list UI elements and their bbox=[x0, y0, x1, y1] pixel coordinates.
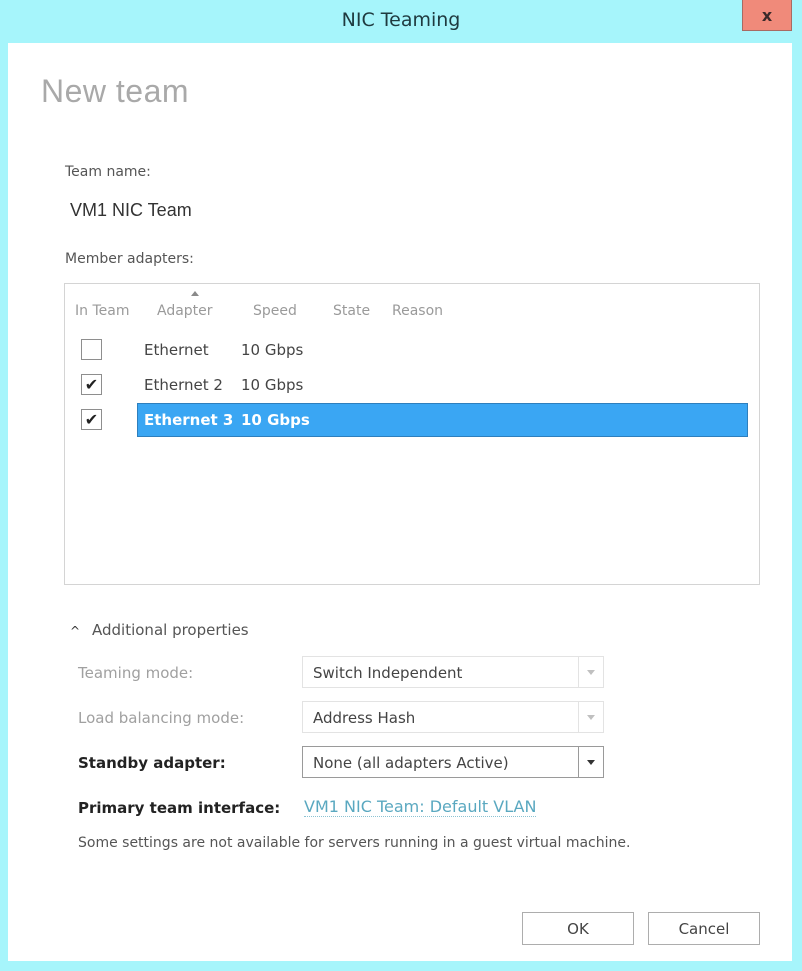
teaming-mode-select: Switch Independent bbox=[302, 656, 604, 688]
primary-team-interface-label: Primary team interface: bbox=[78, 799, 281, 817]
checkmark-icon: ✔ bbox=[84, 410, 99, 429]
adapter-speed: 10 Gbps bbox=[241, 376, 304, 394]
in-team-checkbox[interactable]: ✔ bbox=[81, 409, 102, 430]
team-name-label: Team name: bbox=[65, 164, 151, 180]
teaming-mode-label: Teaming mode: bbox=[78, 664, 194, 682]
adapter-name: Ethernet 2 bbox=[144, 376, 223, 394]
load-balancing-mode-select: Address Hash bbox=[302, 701, 604, 733]
close-icon: x bbox=[761, 5, 773, 25]
adapter-row-selected[interactable]: ✔ Ethernet 3 10 Gbps bbox=[65, 403, 761, 437]
standby-adapter-label: Standby adapter: bbox=[78, 754, 226, 772]
close-button[interactable]: x bbox=[742, 0, 792, 31]
standby-adapter-select[interactable]: None (all adapters Active) bbox=[302, 746, 604, 778]
dropdown-arrow-icon bbox=[587, 715, 595, 720]
guest-vm-note: Some settings are not available for serv… bbox=[78, 835, 631, 851]
column-header-adapter[interactable]: Adapter bbox=[157, 303, 213, 319]
adapter-name: Ethernet bbox=[144, 341, 209, 359]
select-divider bbox=[578, 702, 579, 732]
page-title: New team bbox=[41, 73, 190, 109]
load-balancing-mode-value: Address Hash bbox=[313, 709, 416, 727]
additional-properties-label: Additional properties bbox=[92, 621, 249, 639]
column-header-state[interactable]: State bbox=[333, 303, 370, 319]
column-header-speed[interactable]: Speed bbox=[253, 303, 297, 319]
window-title: NIC Teaming bbox=[341, 9, 461, 31]
dropdown-arrow-icon[interactable] bbox=[587, 760, 595, 765]
additional-properties-toggle[interactable]: ^ Additional properties bbox=[70, 621, 249, 639]
adapter-row[interactable]: ✔ Ethernet 2 10 Gbps bbox=[65, 368, 761, 402]
team-name-field[interactable]: VM1 NIC Team bbox=[70, 200, 192, 221]
member-adapters-label: Member adapters: bbox=[65, 251, 194, 267]
select-divider bbox=[578, 747, 579, 777]
column-header-in-team[interactable]: In Team bbox=[75, 303, 129, 319]
teaming-mode-value: Switch Independent bbox=[313, 664, 463, 682]
adapter-row[interactable]: Ethernet 10 Gbps bbox=[65, 333, 761, 367]
column-header-reason[interactable]: Reason bbox=[392, 303, 443, 319]
sort-ascending-icon bbox=[191, 291, 199, 296]
member-adapters-list[interactable]: In Team Adapter Speed State Reason Ether… bbox=[64, 283, 760, 585]
adapter-speed: 10 Gbps bbox=[241, 411, 310, 429]
in-team-checkbox[interactable]: ✔ bbox=[81, 374, 102, 395]
title-bar: NIC Teaming x bbox=[0, 0, 802, 43]
adapter-speed: 10 Gbps bbox=[241, 341, 304, 359]
primary-team-interface-link[interactable]: VM1 NIC Team: Default VLAN bbox=[304, 797, 537, 817]
select-divider bbox=[578, 657, 579, 687]
chevron-up-icon: ^ bbox=[70, 624, 81, 638]
standby-adapter-value: None (all adapters Active) bbox=[313, 754, 509, 772]
dropdown-arrow-icon bbox=[587, 670, 595, 675]
adapter-name: Ethernet 3 bbox=[144, 411, 234, 429]
dialog-content: New team Team name: VM1 NIC Team Member … bbox=[8, 43, 792, 961]
in-team-checkbox[interactable] bbox=[81, 339, 102, 360]
ok-button[interactable]: OK bbox=[522, 912, 634, 945]
cancel-button[interactable]: Cancel bbox=[648, 912, 760, 945]
load-balancing-mode-label: Load balancing mode: bbox=[78, 709, 245, 727]
checkmark-icon: ✔ bbox=[84, 375, 99, 394]
